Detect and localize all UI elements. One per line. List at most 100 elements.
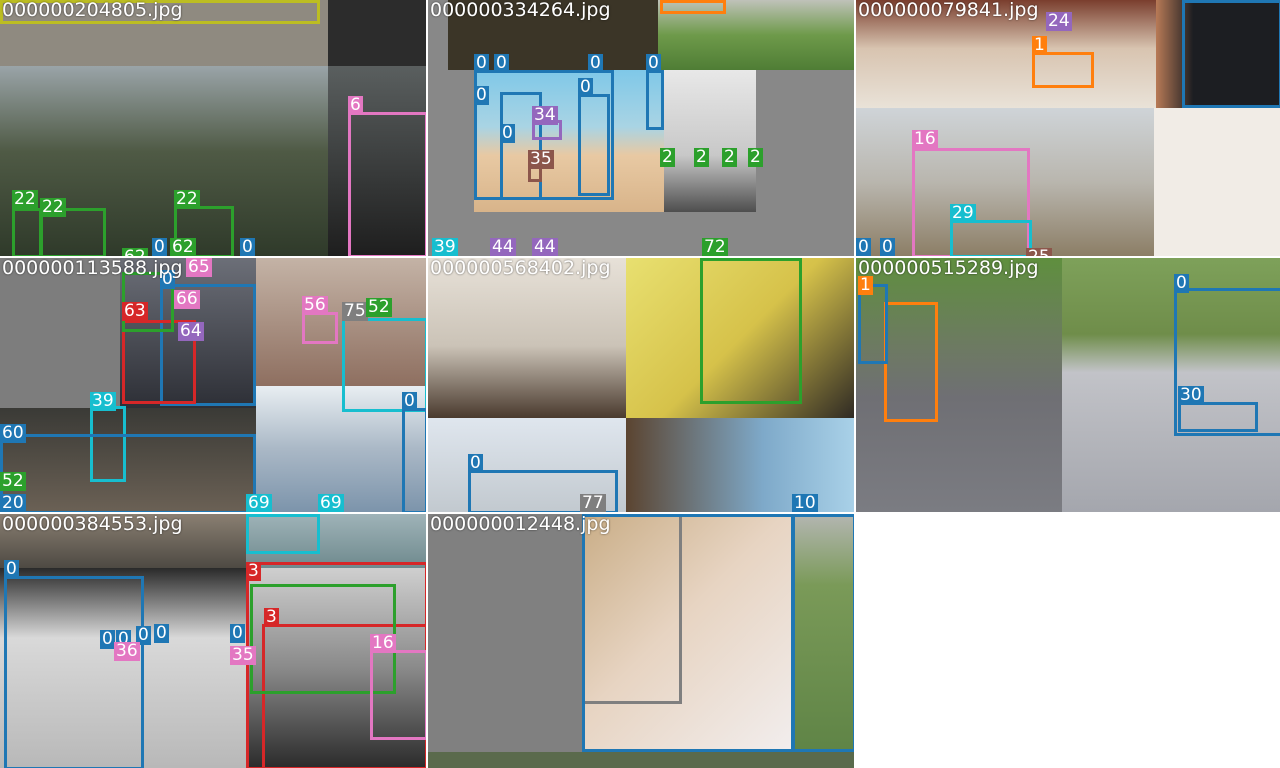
class-label: 44: [490, 237, 516, 256]
class-label: 69: [246, 493, 272, 512]
photo-region: [664, 70, 756, 212]
class-label: 0: [578, 77, 593, 97]
image-tile[interactable]: 000000012448.jpg: [428, 514, 854, 768]
image-filename: 000000113588.jpg: [2, 258, 183, 279]
class-label: 0: [1174, 273, 1189, 293]
detection-box: [582, 514, 794, 752]
class-label: 30: [1178, 385, 1204, 405]
detection-box: [12, 208, 42, 256]
class-label: 0: [474, 85, 489, 105]
class-label: 63: [122, 301, 148, 321]
image-tile[interactable]: 000000113588.jpg 65 0 66 63 64 56 75 52 …: [0, 258, 426, 512]
detection-box: [4, 576, 144, 768]
class-label: 62: [122, 248, 148, 256]
detection-box: [578, 94, 610, 196]
class-label: 16: [912, 129, 938, 149]
class-label: 24: [1046, 11, 1072, 31]
class-label: 75: [342, 301, 368, 321]
class-label: 69: [318, 493, 344, 512]
class-label: 52: [0, 471, 26, 491]
photo-region: [328, 0, 426, 66]
class-label: 3: [264, 607, 279, 627]
photo-region: [626, 418, 854, 512]
class-label: 65: [186, 258, 212, 277]
class-label: 35: [528, 149, 554, 169]
class-label: 25: [1026, 248, 1052, 256]
detection-box: [950, 220, 1032, 256]
class-label: 2: [694, 147, 709, 167]
class-label: 0: [100, 629, 115, 649]
class-label: 2: [722, 147, 737, 167]
image-filename: 000000568402.jpg: [430, 258, 611, 279]
detection-box: [0, 434, 256, 512]
class-label: 0: [494, 53, 509, 73]
detection-box: [246, 514, 320, 554]
image-tile[interactable]: 000000204805.jpg 6 22 22 22 62 62 0 0: [0, 0, 426, 256]
class-label: 2: [748, 147, 763, 167]
class-label: 72: [702, 237, 728, 256]
class-label: 22: [174, 189, 200, 209]
detection-box: [858, 284, 888, 364]
detection-box: [700, 258, 802, 404]
detection-box: [402, 408, 426, 512]
photo-region: [1154, 108, 1280, 256]
image-tile[interactable]: 000000515289.jpg 1 0 30: [856, 258, 1280, 512]
class-label: 35: [230, 645, 256, 665]
class-label: 52: [366, 297, 392, 317]
class-label: 0: [468, 453, 483, 473]
detection-box: [884, 302, 938, 422]
image-filename: 000000204805.jpg: [2, 0, 183, 21]
image-tile[interactable]: 000000079841.jpg 24 1 16 29 0 0 25: [856, 0, 1280, 256]
class-label: 2: [660, 147, 675, 167]
detection-box: [792, 514, 854, 752]
class-label: 0: [240, 237, 255, 256]
image-filename: 000000515289.jpg: [858, 258, 1039, 279]
class-label: 0: [588, 53, 603, 73]
class-label: 66: [174, 289, 200, 309]
class-label: 39: [432, 237, 458, 256]
class-label: 0: [474, 53, 489, 73]
image-tile[interactable]: 000000334264.jpg 0 0 0 0 0 0 0 34 35 2 2…: [428, 0, 854, 256]
mosaic-grid: 000000204805.jpg 6 22 22 22 62 62 0 0 00…: [0, 0, 1280, 768]
detection-box: [660, 0, 726, 14]
class-label: 60: [0, 423, 26, 443]
class-label: 0: [856, 237, 871, 256]
detection-box: [646, 70, 664, 130]
class-label: 0: [230, 623, 245, 643]
class-label: 39: [90, 391, 116, 411]
image-filename: 000000079841.jpg: [858, 0, 1039, 21]
class-label: 29: [950, 203, 976, 223]
class-label: 22: [40, 197, 66, 217]
image-tile[interactable]: 000000384553.jpg 0 0 0 0 0 36 0 35 3 3 1…: [0, 514, 426, 768]
class-label: 56: [302, 295, 328, 315]
image-filename: 000000384553.jpg: [2, 514, 183, 535]
class-label: 0: [646, 53, 661, 73]
photo-region: [428, 258, 626, 418]
class-label: 16: [370, 633, 396, 653]
detection-box: [1032, 52, 1094, 88]
class-label: 3: [246, 561, 261, 581]
class-label: 36: [114, 641, 140, 661]
image-tile[interactable]: 000000568402.jpg 0 77 10: [428, 258, 854, 512]
class-label: 0: [154, 623, 169, 643]
class-label: 0: [500, 123, 515, 143]
class-label: 64: [178, 321, 204, 341]
image-filename: 000000334264.jpg: [430, 0, 611, 21]
detection-box: [370, 650, 426, 740]
class-label: 0: [402, 391, 417, 411]
class-label: 62: [170, 237, 196, 256]
class-label: 0: [4, 559, 19, 579]
class-label: 77: [580, 493, 606, 512]
class-label: 34: [532, 105, 558, 125]
detection-box: [302, 312, 338, 344]
detection-box: [348, 112, 426, 256]
class-label: 0: [880, 237, 895, 256]
detection-box: [1182, 0, 1280, 108]
image-filename: 000000012448.jpg: [430, 514, 611, 535]
class-label: 0: [152, 237, 167, 256]
photo-region: [428, 752, 854, 768]
class-label: 44: [532, 237, 558, 256]
class-label: 10: [792, 493, 818, 512]
class-label: 6: [348, 95, 363, 115]
class-label: 20: [0, 493, 26, 512]
